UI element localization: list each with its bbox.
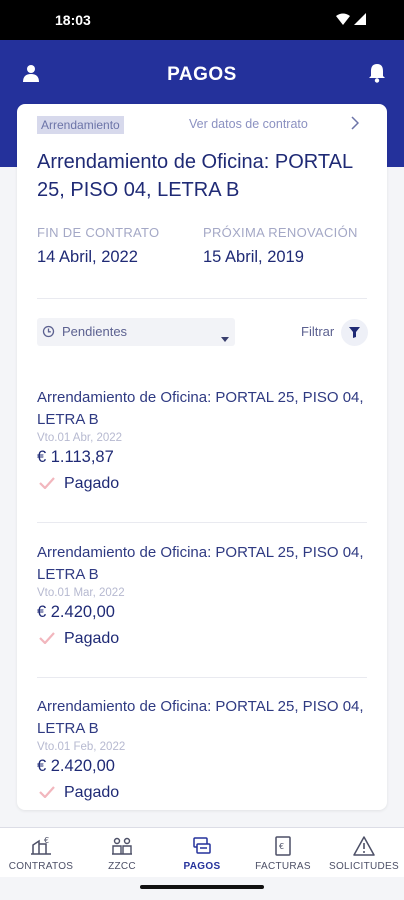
clock-icon xyxy=(42,325,55,343)
payment-item[interactable]: Arrendamiento de Oficina: PORTAL 25, PIS… xyxy=(37,542,367,650)
payment-due-date: Vto.01 Mar, 2022 xyxy=(37,587,125,599)
contract-type-badge: Arrendamiento xyxy=(37,116,124,134)
bottom-navigation: € CONTRATOS ZZCC PAGOS € FACTURAS SOLICI… xyxy=(0,827,404,877)
status-filter-select[interactable]: Pendientes xyxy=(37,318,235,346)
payment-item[interactable]: Arrendamiento de Oficina: PORTAL 25, PIS… xyxy=(37,387,367,495)
divider xyxy=(37,522,367,523)
payment-status: Pagado xyxy=(37,782,367,804)
payment-amount: € 2.420,00 xyxy=(37,603,115,621)
payment-description: Arrendamiento de Oficina: PORTAL 25, PIS… xyxy=(37,389,364,428)
signal-icon xyxy=(354,13,366,25)
check-icon xyxy=(39,477,55,489)
check-icon xyxy=(39,632,55,644)
nav-contratos[interactable]: € CONTRATOS xyxy=(1,828,81,878)
filter-button[interactable] xyxy=(341,319,368,346)
nav-label: ZZCC xyxy=(108,861,136,872)
check-icon xyxy=(39,786,55,798)
status-filter-value: Pendientes xyxy=(62,324,128,339)
nav-pagos[interactable]: PAGOS xyxy=(162,828,242,878)
invoices-icon: € xyxy=(275,836,291,856)
bell-icon[interactable] xyxy=(368,63,386,88)
caret-down-icon xyxy=(221,329,229,347)
contract-details-link[interactable]: Ver datos de contrato xyxy=(189,117,308,131)
contract-card: Arrendamiento Ver datos de contrato Arre… xyxy=(17,104,387,810)
payment-due-date: Vto.01 Abr, 2022 xyxy=(37,432,123,444)
common-areas-icon xyxy=(112,837,132,855)
status-bar: 18:03 xyxy=(0,0,404,40)
status-time: 18:03 xyxy=(55,12,91,28)
divider xyxy=(37,677,367,678)
filter-label[interactable]: Filtrar xyxy=(301,324,334,339)
payment-amount: € 1.113,87 xyxy=(37,448,114,466)
payment-item[interactable]: Arrendamiento de Oficina: PORTAL 25, PIS… xyxy=(37,696,367,804)
svg-text:€: € xyxy=(279,842,284,851)
nav-facturas[interactable]: € FACTURAS xyxy=(243,828,323,878)
system-icons xyxy=(336,13,366,25)
contract-title: Arrendamiento de Oficina: PORTAL 25, PIS… xyxy=(37,151,353,201)
wifi-icon xyxy=(336,13,350,25)
payment-description: Arrendamiento de Oficina: PORTAL 25, PIS… xyxy=(37,544,364,583)
gesture-area xyxy=(0,877,404,900)
nav-zzcc[interactable]: ZZCC xyxy=(82,828,162,878)
divider xyxy=(37,298,367,299)
nav-label: FACTURAS xyxy=(255,861,311,872)
payment-status-label: Pagado xyxy=(64,630,120,647)
payment-status: Pagado xyxy=(37,473,367,495)
payment-status-label: Pagado xyxy=(64,475,120,492)
payments-icon xyxy=(193,837,211,854)
warning-icon xyxy=(353,836,375,856)
screen: 18:03 PAGOS Arrendamiento Ver datos de c… xyxy=(0,0,404,900)
end-date-value: 14 Abril, 2022 xyxy=(37,248,138,266)
end-date-label: FIN DE CONTRATO xyxy=(37,225,160,240)
chevron-right-icon[interactable] xyxy=(351,116,360,135)
nav-solicitudes[interactable]: SOLICITUDES xyxy=(324,828,404,878)
payment-description: Arrendamiento de Oficina: PORTAL 25, PIS… xyxy=(37,698,364,737)
payment-status-label: Pagado xyxy=(64,784,120,801)
renewal-date-label: PRÓXIMA RENOVACIÓN xyxy=(203,225,358,240)
nav-label: CONTRATOS xyxy=(8,861,74,872)
home-indicator[interactable] xyxy=(140,885,264,889)
page-title: PAGOS xyxy=(167,64,237,85)
payment-due-date: Vto.01 Feb, 2022 xyxy=(37,741,126,753)
contracts-icon: € xyxy=(31,836,51,855)
svg-text:€: € xyxy=(44,836,49,845)
renewal-date-value: 15 Abril, 2019 xyxy=(203,248,304,266)
nav-label: SOLICITUDES xyxy=(329,861,399,872)
payment-amount: € 2.420,00 xyxy=(37,757,115,775)
payment-status: Pagado xyxy=(37,628,367,650)
filter-icon xyxy=(349,327,360,338)
nav-label: PAGOS xyxy=(183,861,221,872)
